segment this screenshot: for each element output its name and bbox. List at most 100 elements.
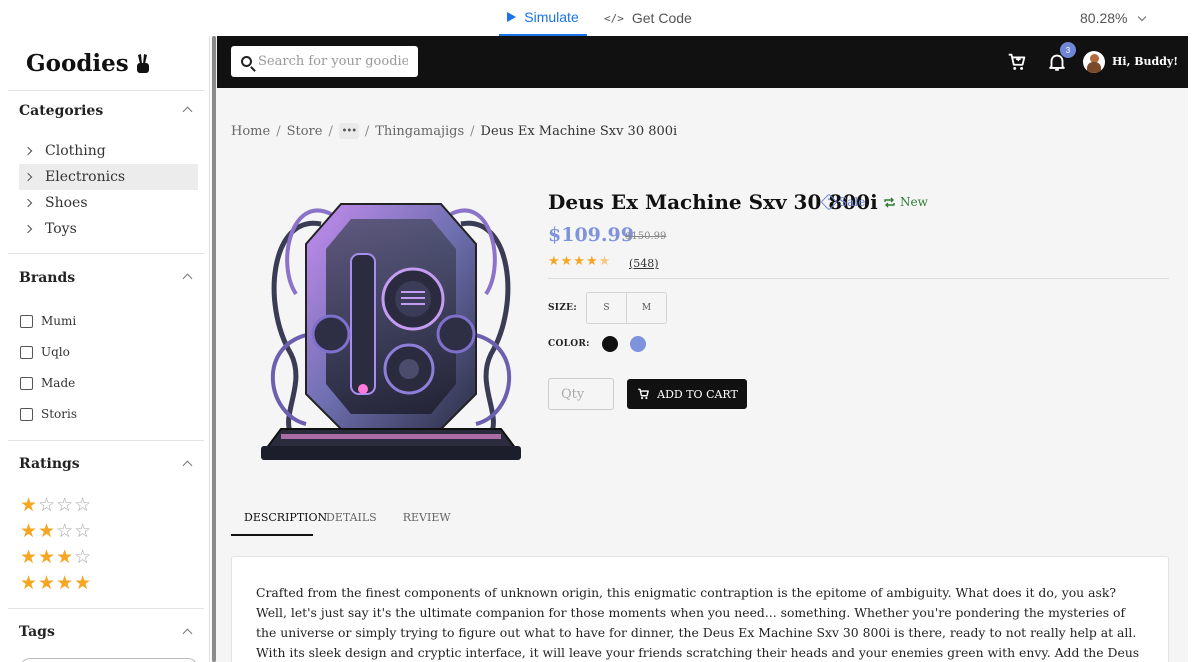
- search-input[interactable]: [258, 54, 408, 69]
- checkbox[interactable]: [20, 345, 33, 359]
- categories-title: Categories: [19, 103, 104, 119]
- checkbox[interactable]: [20, 376, 33, 390]
- brand-label: Storis: [41, 407, 77, 421]
- cart-icon: [638, 388, 650, 400]
- quantity-field[interactable]: [548, 378, 614, 410]
- product-tabs: DESCRIPTION DETAILS REVIEW: [231, 506, 464, 536]
- category-label: Clothing: [45, 143, 106, 159]
- rating-filter-2[interactable]: ★★☆☆: [20, 521, 92, 541]
- breadcrumb-ellipsis-button[interactable]: •••: [338, 123, 359, 139]
- color-swatch-black[interactable]: [602, 336, 618, 352]
- add-to-cart-label: ADD TO CART: [657, 387, 738, 401]
- color-swatch-blue[interactable]: [630, 336, 646, 352]
- product-old-price: $150.99: [625, 231, 667, 242]
- brand-checkbox-mumi[interactable]: Mumi: [20, 314, 76, 328]
- divider: [8, 90, 204, 91]
- quantity-input[interactable]: [561, 386, 611, 402]
- rating-filter-1[interactable]: ★☆☆☆: [20, 495, 92, 515]
- category-item-electronics[interactable]: Electronics: [19, 164, 198, 190]
- divider: [8, 608, 204, 609]
- new-label: New: [900, 195, 928, 209]
- category-label: Toys: [45, 221, 77, 237]
- checkbox[interactable]: [20, 314, 33, 328]
- get-code-label: Get Code: [631, 10, 692, 26]
- victory-hand-icon: [136, 53, 149, 73]
- size-option-s[interactable]: S: [587, 293, 626, 323]
- search-icon: [241, 56, 252, 67]
- brand-checkbox-uqlo[interactable]: Uqlo: [20, 345, 70, 359]
- category-label: Electronics: [45, 169, 126, 185]
- code-icon: </>: [604, 11, 624, 25]
- divider: [8, 440, 204, 441]
- zoom-select[interactable]: 80.28%: [1080, 0, 1147, 36]
- tags-input[interactable]: [20, 658, 198, 662]
- tab-description[interactable]: DESCRIPTION: [231, 506, 327, 536]
- size-label: SIZE:: [548, 303, 577, 313]
- chevron-right-icon: [23, 224, 33, 234]
- get-code-tab[interactable]: </> Get Code: [604, 0, 692, 36]
- product-page: Home / Store / ••• / Thingamajigs / Deus…: [217, 88, 1188, 662]
- sidebar-scrollbar-thumb[interactable]: [212, 36, 216, 662]
- simulate-label: Simulate: [524, 9, 579, 25]
- size-selector: S M: [586, 292, 667, 324]
- right-gutter: [1188, 36, 1200, 662]
- chevron-up-icon[interactable]: [182, 460, 193, 471]
- zoom-value: 80.28%: [1080, 10, 1128, 26]
- category-item-clothing[interactable]: Clothing: [19, 138, 198, 164]
- divider: [8, 253, 204, 254]
- notification-badge: 3: [1060, 42, 1076, 58]
- tag-icon: [820, 193, 838, 211]
- product-image: [261, 203, 521, 460]
- checkbox[interactable]: [20, 407, 33, 421]
- cart-icon[interactable]: [1006, 51, 1028, 73]
- category-label: Shoes: [45, 195, 88, 211]
- brand-label: Mumi: [41, 314, 77, 328]
- breadcrumb-thingamajigs[interactable]: Thingamajigs: [375, 124, 464, 139]
- tags-title: Tags: [19, 624, 55, 640]
- chevron-up-icon[interactable]: [182, 628, 193, 639]
- review-count-link[interactable]: (548): [629, 257, 659, 270]
- chevron-up-icon[interactable]: [182, 106, 193, 117]
- chevron-up-icon[interactable]: [182, 273, 193, 284]
- rating-filter-4[interactable]: ★★★★: [20, 573, 92, 593]
- category-item-toys[interactable]: Toys: [19, 216, 198, 242]
- sale-badge: Sale: [820, 193, 866, 211]
- logo[interactable]: Goodies: [26, 50, 151, 77]
- sidebar: Goodies Categories Clothing Electronics …: [0, 36, 210, 662]
- rating-filter-3[interactable]: ★★★☆: [20, 547, 92, 567]
- brand-checkbox-storis[interactable]: Storis: [20, 407, 77, 421]
- brand-checkbox-made[interactable]: Made: [20, 376, 75, 390]
- category-item-shoes[interactable]: Shoes: [19, 190, 198, 216]
- store-header: 3 Hi, Buddy!: [217, 36, 1188, 88]
- size-option-m[interactable]: M: [626, 293, 666, 323]
- divider: [548, 278, 1169, 279]
- logo-text: Goodies: [26, 50, 129, 77]
- chevron-right-icon: [23, 146, 33, 156]
- breadcrumb-current: Deus Ex Machine Sxv 30 800i: [480, 123, 678, 139]
- brand-label: Uqlo: [41, 345, 70, 359]
- chevron-right-icon: [23, 198, 33, 208]
- new-badge: New: [883, 195, 928, 209]
- repeat-icon: [884, 197, 895, 207]
- description-text: Crafted from the finest components of un…: [256, 585, 1140, 660]
- simulate-tab[interactable]: Simulate: [499, 0, 587, 36]
- breadcrumb-home[interactable]: Home: [231, 124, 270, 139]
- product-rating: ★★★★★: [548, 254, 612, 269]
- sale-label: Sale: [839, 195, 866, 209]
- product-price: $109.99: [548, 224, 634, 246]
- builder-toolbar: Simulate </> Get Code 80.28%: [0, 0, 1200, 36]
- avatar[interactable]: [1083, 51, 1105, 73]
- tab-review[interactable]: REVIEW: [390, 506, 464, 536]
- brand-label: Made: [41, 376, 76, 390]
- chevron-right-icon: [23, 172, 33, 182]
- color-label: COLOR:: [548, 339, 590, 349]
- breadcrumb-store[interactable]: Store: [287, 124, 323, 139]
- brands-title: Brands: [19, 270, 76, 286]
- breadcrumb: Home / Store / ••• / Thingamajigs / Deus…: [231, 123, 678, 139]
- chevron-down-icon: [1138, 12, 1147, 21]
- user-greeting[interactable]: Hi, Buddy!: [1112, 55, 1178, 68]
- add-to-cart-button[interactable]: ADD TO CART: [627, 379, 747, 409]
- tab-details[interactable]: DETAILS: [313, 506, 390, 536]
- search-box[interactable]: [231, 46, 418, 77]
- description-panel: Crafted from the finest components of un…: [231, 556, 1169, 662]
